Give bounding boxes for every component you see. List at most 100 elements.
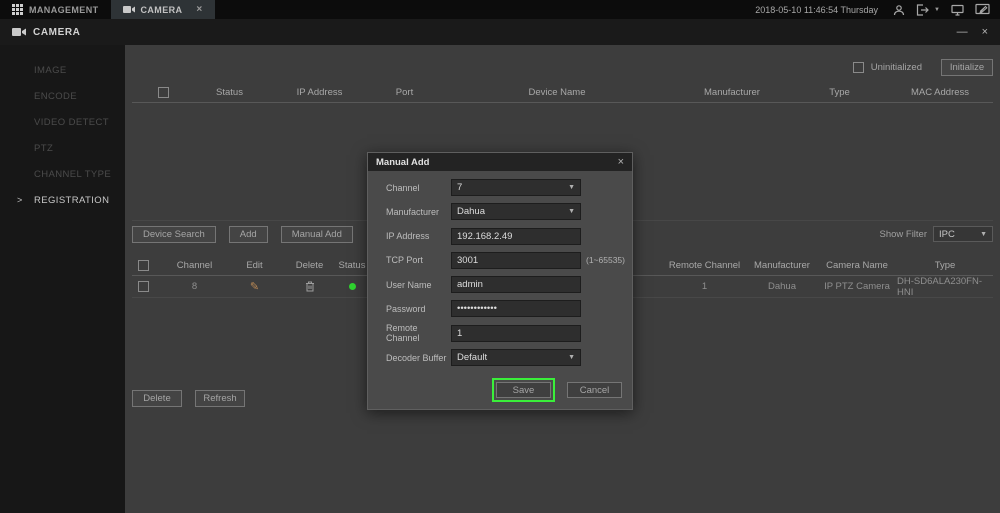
chevron-down-icon: ▼	[568, 184, 575, 191]
row-status-cell	[332, 283, 372, 290]
decoder-buffer-select[interactable]: Default ▼	[451, 349, 581, 366]
header-cell	[132, 260, 167, 271]
sidebar-item-video-detect[interactable]: VIDEO DETECT	[0, 109, 125, 135]
monitor-icon[interactable]	[951, 4, 964, 16]
dialog-body: Channel 7 ▼ Manufacturer Dahua ▼ IP Addr…	[368, 171, 632, 402]
tcp-port-hint: (1~65535)	[586, 255, 625, 265]
remote-channel-input[interactable]	[451, 325, 581, 342]
manual-add-button[interactable]: Manual Add	[281, 226, 353, 243]
refresh-button[interactable]: Refresh	[195, 390, 245, 407]
datetime-label: 2018-05-10 11:46:54 Thursday	[755, 5, 878, 15]
decoder-buffer-label: Decoder Buffer	[386, 353, 451, 363]
tcp-port-label: TCP Port	[386, 255, 451, 265]
password-input[interactable]	[451, 300, 581, 317]
sidebar-item-channel-type[interactable]: CHANNEL TYPE	[0, 161, 125, 187]
edit-icon[interactable]: ✎	[250, 280, 259, 293]
close-icon[interactable]: ×	[982, 26, 988, 38]
channel-select-value: 7	[457, 182, 462, 193]
row-remote-channel: 1	[662, 281, 747, 292]
manual-add-dialog: Manual Add × Channel 7 ▼ Manufacturer Da…	[367, 152, 633, 410]
header-remote-channel: Remote Channel	[662, 260, 747, 271]
top-bar-tabs: MANAGEMENT CAMERA ×	[0, 0, 215, 19]
uninitialized-checkbox[interactable]	[853, 62, 864, 73]
sidebar-item-label: IMAGE	[34, 65, 67, 76]
device-search-button[interactable]: Device Search	[132, 226, 216, 243]
add-button[interactable]: Add	[229, 226, 268, 243]
grid-icon	[12, 4, 23, 15]
sidebar-item-ptz[interactable]: PTZ	[0, 135, 125, 161]
header-manufacturer: Manufacturer	[672, 87, 792, 98]
sidebar-item-label: CHANNEL TYPE	[34, 169, 111, 180]
chevron-down-icon: ▼	[568, 208, 575, 215]
user-icon[interactable]	[893, 4, 905, 16]
ip-address-label: IP Address	[386, 231, 451, 241]
header-cell	[132, 87, 187, 98]
sidebar-item-registration[interactable]: > REGISTRATION	[0, 187, 125, 213]
title-bar: CAMERA — ×	[0, 19, 1000, 45]
logout-icon[interactable]	[916, 4, 929, 16]
camera-title-icon	[12, 27, 26, 37]
user-name-input[interactable]	[451, 276, 581, 293]
header-type: Type	[897, 260, 993, 271]
field-user-name: User Name	[368, 276, 632, 293]
dialog-title: Manual Add	[376, 157, 429, 168]
show-filter-label: Show Filter	[879, 229, 927, 240]
field-decoder-buffer: Decoder Buffer Default ▼	[368, 349, 632, 366]
filter-select[interactable]: IPC ▼	[933, 226, 993, 242]
header-status: Status	[187, 87, 272, 98]
tcp-port-input[interactable]	[451, 252, 581, 269]
sidebar-item-image[interactable]: IMAGE	[0, 57, 125, 83]
dialog-close-icon[interactable]: ×	[618, 156, 624, 168]
channel-select[interactable]: 7 ▼	[451, 179, 581, 196]
tab-close-icon[interactable]: ×	[196, 4, 202, 15]
sidebar-item-label: ENCODE	[34, 91, 77, 102]
screen-edit-icon[interactable]	[975, 3, 990, 16]
header-ip-address: IP Address	[272, 87, 367, 98]
manufacturer-select-value: Dahua	[457, 206, 485, 217]
row-edit-cell: ✎	[222, 280, 287, 293]
delete-icon[interactable]	[305, 281, 315, 292]
cancel-button[interactable]: Cancel	[567, 382, 622, 398]
filter-group: Show Filter IPC ▼	[879, 226, 993, 242]
remote-channel-label: Remote Channel	[386, 323, 451, 343]
row-type: DH-SD6ALA230FN-HNI	[897, 276, 993, 298]
header-status: Status	[332, 260, 372, 271]
row-checkbox[interactable]	[138, 281, 149, 292]
decoder-buffer-select-value: Default	[457, 352, 487, 363]
header-manufacturer: Manufacturer	[747, 260, 817, 271]
header-type: Type	[792, 87, 887, 98]
minimize-icon[interactable]: —	[957, 26, 968, 38]
save-button[interactable]: Save	[496, 382, 551, 398]
field-remote-channel: Remote Channel	[368, 325, 632, 342]
password-label: Password	[386, 304, 451, 314]
sidebar: IMAGE ENCODE VIDEO DETECT PTZ CHANNEL TY…	[0, 45, 125, 513]
row-channel: 8	[167, 281, 222, 292]
row-camera-name: IP PTZ Camera	[817, 281, 897, 292]
select-all-checkbox[interactable]	[158, 87, 169, 98]
header-channel: Channel	[167, 260, 222, 271]
header-port: Port	[367, 87, 442, 98]
tab-camera-label: CAMERA	[141, 5, 183, 15]
channel-label: Channel	[386, 183, 451, 193]
ip-address-input[interactable]	[451, 228, 581, 245]
field-ip-address: IP Address	[368, 228, 632, 245]
tab-camera[interactable]: CAMERA ×	[111, 0, 215, 19]
sidebar-item-label: VIDEO DETECT	[34, 117, 109, 128]
filter-value: IPC	[939, 229, 955, 240]
row-delete-cell	[287, 281, 332, 292]
row-cell	[132, 281, 167, 292]
user-name-label: User Name	[386, 280, 451, 290]
field-channel: Channel 7 ▼	[368, 179, 632, 196]
chevron-down-icon[interactable]: ▼	[934, 7, 940, 13]
sidebar-item-encode[interactable]: ENCODE	[0, 83, 125, 109]
initialize-button[interactable]: Initialize	[941, 59, 993, 76]
select-all-channels-checkbox[interactable]	[138, 260, 149, 271]
manufacturer-select[interactable]: Dahua ▼	[451, 203, 581, 220]
top-bar: MANAGEMENT CAMERA × 2018-05-10 11:46:54 …	[0, 0, 1000, 19]
chevron-down-icon: ▼	[980, 231, 987, 238]
management-button[interactable]: MANAGEMENT	[0, 0, 111, 19]
save-button-highlight: Save	[492, 378, 555, 402]
delete-button[interactable]: Delete	[132, 390, 182, 407]
row-manufacturer: Dahua	[747, 281, 817, 292]
status-online-dot	[349, 283, 356, 290]
